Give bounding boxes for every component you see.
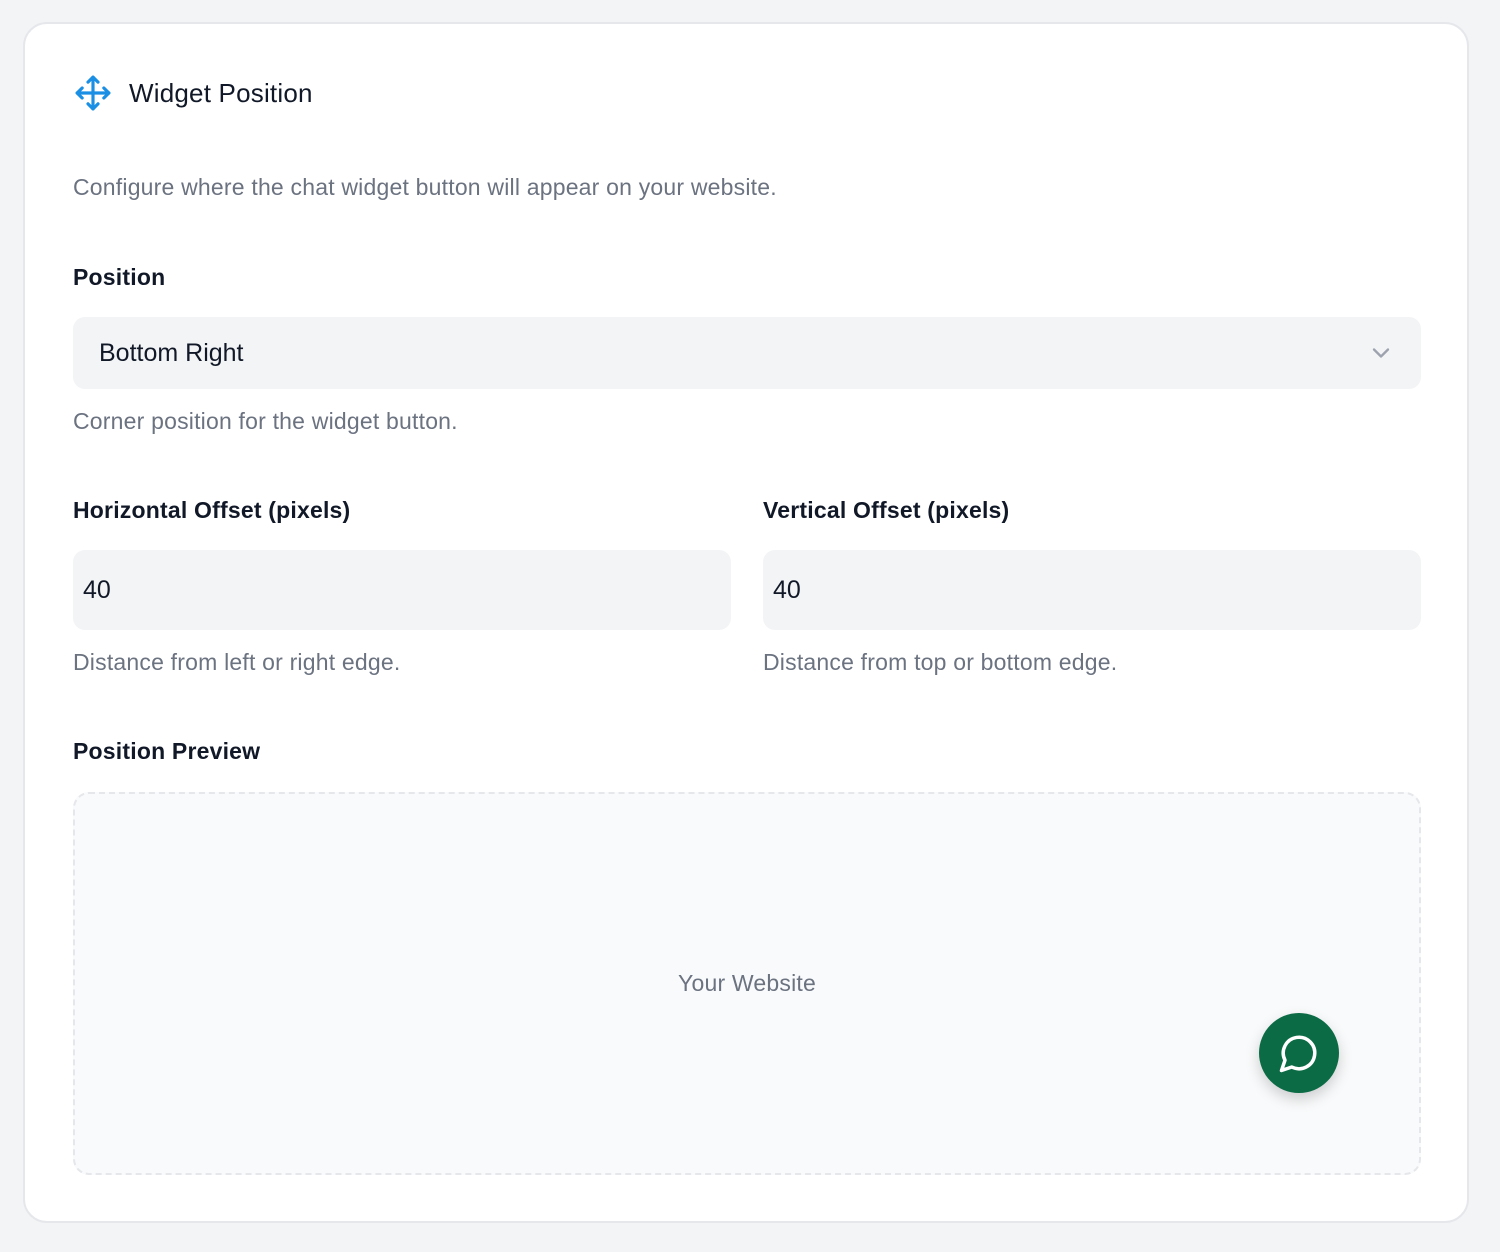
card-header: Widget Position xyxy=(73,72,313,114)
chevron-down-icon xyxy=(1372,348,1390,358)
position-label: Position xyxy=(73,264,166,290)
position-select-value: Bottom Right xyxy=(99,338,244,367)
vertical-offset-helper-text: Distance from top or bottom edge. xyxy=(763,649,1118,675)
move-arrows-icon xyxy=(75,75,111,111)
card-description: Configure where the chat widget button w… xyxy=(73,174,777,200)
widget-position-card: Widget Position Configure where the chat… xyxy=(23,22,1469,1223)
vertical-offset-input[interactable] xyxy=(763,550,1421,630)
position-select[interactable]: Bottom Right xyxy=(73,317,1421,389)
position-preview-label: Position Preview xyxy=(73,738,261,764)
position-preview-area: Your Website xyxy=(73,792,1421,1175)
horizontal-offset-input[interactable] xyxy=(73,550,731,630)
chat-bubble-icon xyxy=(1279,1035,1317,1073)
card-title: Widget Position xyxy=(129,77,313,108)
position-helper-text: Corner position for the widget button. xyxy=(73,408,458,434)
preview-placeholder-text: Your Website xyxy=(678,970,816,996)
chat-widget-button[interactable] xyxy=(1259,1013,1339,1093)
vertical-offset-label: Vertical Offset (pixels) xyxy=(763,497,1010,523)
horizontal-offset-helper-text: Distance from left or right edge. xyxy=(73,649,401,675)
horizontal-offset-label: Horizontal Offset (pixels) xyxy=(73,497,351,523)
